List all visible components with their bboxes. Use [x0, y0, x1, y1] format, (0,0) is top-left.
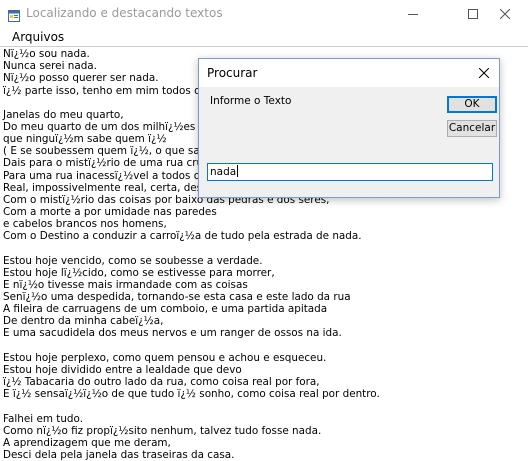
dialog-close-button[interactable] [469, 59, 499, 87]
window-title: Localizando e destacando textos [26, 6, 223, 20]
text-line: E ï¿½ sensaï¿½ï¿½o de que tudo ï¿½ sonho… [3, 388, 380, 401]
maximize-icon [468, 9, 478, 19]
text-line: Com o Destino a conduzir a carroï¿½a de … [3, 230, 362, 243]
close-icon [500, 9, 510, 19]
menu-bar: Arquivos [0, 28, 528, 46]
text-line: Estou hoje perplexo, como quem pensou e … [3, 351, 327, 364]
text-line: A fileira de carruagens de um comboio, e… [3, 303, 328, 316]
search-input[interactable]: nada [207, 163, 493, 181]
search-label: Informe o Texto [210, 95, 292, 107]
text-line: ï¿½ Tabacaria do outro lado da rua, como… [3, 376, 320, 389]
menu-arquivos[interactable]: Arquivos [12, 30, 64, 44]
text-line: A aprendizagem que me deram, [3, 436, 171, 449]
window-titlebar[interactable]: Localizando e destacando textos [0, 0, 528, 28]
ok-button[interactable]: OK [447, 96, 497, 113]
text-line: Estou hoje vencido, como se soubesse a v… [3, 254, 263, 267]
text-line: Falhei em tudo. [3, 412, 83, 425]
cancel-button[interactable]: Cancelar [447, 120, 497, 137]
find-dialog: Procurar Informe o Texto OK Cancelar nad… [198, 58, 500, 198]
text-line: e cabelos brancos nos homens, [3, 218, 167, 231]
text-line: Nï¿½o posso querer ser nada. [3, 72, 159, 85]
text-line: que ninguï¿½m sabe quem ï¿½ [3, 133, 167, 145]
close-button[interactable] [482, 0, 528, 28]
minimize-icon [408, 14, 418, 15]
search-input-value: nada [210, 166, 237, 178]
text-line: De dentro da minha cabeï¿½a, [3, 315, 164, 328]
text-caret [237, 165, 239, 177]
text-line: Com a morte a por umidade nas paredes [3, 206, 217, 218]
dialog-titlebar[interactable]: Procurar [199, 59, 499, 87]
text-line: Estou hoje lï¿½cido, como se estivesse p… [3, 266, 275, 279]
text-line: Como nï¿½o fiz propï¿½sito nenhum, talve… [3, 424, 322, 437]
text-line: Nï¿½o sou nada. [3, 48, 90, 60]
text-line: Senï¿½o uma despedida, tornando-se esta … [3, 291, 351, 303]
text-line: Nunca serei nada. [3, 60, 97, 73]
minimize-button[interactable] [390, 0, 436, 28]
dialog-title: Procurar [207, 66, 258, 80]
text-line: E uma sacudidela dos meus nervos e um ra… [3, 327, 342, 340]
text-line: Desci dela pela janela das traseiras da … [3, 448, 235, 461]
text-line: E nï¿½o tivesse mais irmandade com as co… [3, 278, 248, 291]
text-line: Janelas do meu quarto, [3, 108, 124, 121]
close-icon [479, 68, 489, 78]
text-line: Estou hoje dividido entre a lealdade que… [3, 363, 242, 376]
app-form-icon [8, 7, 20, 22]
